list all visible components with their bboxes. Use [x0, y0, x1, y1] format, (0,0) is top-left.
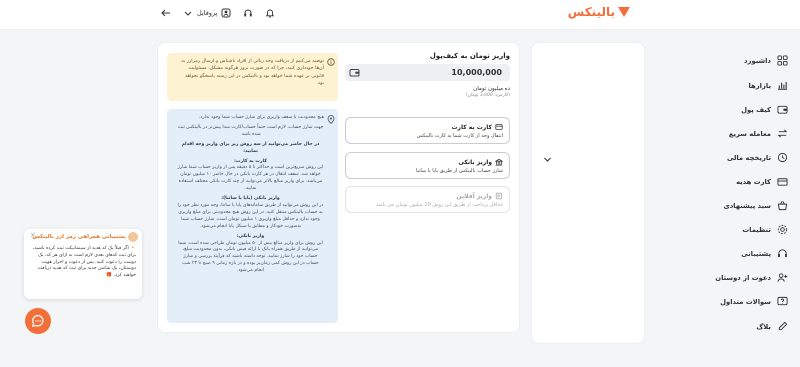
support-icon [778, 249, 787, 258]
warning-text: توصیه می‌کنیم از دریافت وجه ریالی از افر… [181, 59, 324, 86]
guide-text: هیچ محدودیت یا سقف واریزی برای شارژ حساب… [177, 115, 324, 275]
sidebar-item-gift-card[interactable]: کارت هدیه [736, 176, 788, 187]
amount-value: 10,000,000 [451, 68, 502, 77]
sidebar-item-suggested-basket[interactable]: سبد پیشنهادی [723, 200, 788, 211]
support-popup[interactable]: × پشتیبانی همراهی رمز ارز بالینکس 🔸 اگر … [24, 229, 142, 299]
sidebar-item-invite-friends[interactable]: دعوت از دوستان [715, 272, 788, 283]
sidebar-item-label: پشتیبانی [741, 249, 771, 258]
swap-icon [777, 129, 788, 138]
sidebar-item-label: دعوت از دوستان [715, 273, 771, 282]
option-title-text: کارت به کارت [451, 123, 492, 131]
history-icon [777, 152, 788, 163]
option-bank-transfer[interactable]: واریز بانکی شارژ حساب بالینکس از طریق پا… [345, 152, 510, 179]
offline-icon [495, 192, 503, 200]
sidebar-item-label: کیف پول [741, 105, 771, 114]
card-icon [495, 124, 503, 130]
sidebar [531, 42, 645, 344]
info-icon [327, 58, 335, 68]
sidebar-item-dashboard[interactable]: داشبورد [744, 55, 788, 66]
chevron-down-icon [182, 7, 194, 19]
guide-paragraph: این روش برای واریز مبالغ بیش از ۵۰ میلیو… [178, 240, 323, 274]
sidebar-item-quick-trade[interactable]: معامله سریع [729, 128, 788, 139]
sidebar-item-blog[interactable]: بلاگ [756, 321, 788, 332]
user-icon [220, 7, 232, 19]
brand-name: بالینکس [567, 5, 615, 19]
option-desc: انتقال وجه از کارت شما به کارت بالینکس [416, 133, 503, 139]
guide-heading: در حال حاضر می‌توانید از سه روش زیر برای… [181, 141, 320, 154]
invite-icon [777, 273, 788, 282]
sidebar-item-wallet[interactable]: کیف پول [741, 104, 788, 115]
guide-heading: واریز بانکی (پایا یا ساتنا): [221, 196, 280, 202]
sidebar-item-financial-history[interactable]: تاریخچه مالی [727, 152, 788, 163]
option-offline-deposit[interactable]: واریز آفلاین حداقل پرداخت از طریق این رو… [345, 186, 510, 213]
logo-mark-icon [618, 7, 630, 17]
sidebar-item-label: بازارها [748, 81, 771, 90]
option-title: کارت به کارت [451, 123, 503, 131]
wallet-icon [777, 105, 788, 114]
brand-logo[interactable]: بالینکس [568, 5, 630, 19]
bank-icon [495, 158, 503, 166]
sidebar-item-label: بلاگ [756, 322, 771, 331]
warning-notice: توصیه می‌کنیم از دریافت وجه ریالی از افر… [167, 53, 338, 101]
chat-bubble-icon [31, 314, 44, 328]
top-bar: بالینکس پروفایل [0, 0, 800, 30]
amount-input[interactable]: 10,000,000 [345, 64, 510, 81]
guide-heading: واریز بانکی: [236, 233, 265, 239]
sidebar-item-support[interactable]: پشتیبانی [741, 248, 788, 259]
option-desc: حداقل پرداخت از طریق این روش 10 میلیون ت… [376, 202, 503, 208]
markets-icon [777, 81, 788, 90]
sidebar-item-label: داشبورد [744, 56, 771, 65]
guide-paragraph: هیچ محدودیت یا سقف واریزی برای شارژ حساب… [198, 115, 324, 120]
deposit-title: واریز تومان به کیف‌پول [429, 52, 510, 60]
chevron-down-icon[interactable] [543, 155, 552, 166]
popup-body: 🔸 اگر قبلاً یک کد هدیه از سینمانیکت ثبت … [32, 246, 136, 279]
dashboard-icon [777, 55, 788, 66]
option-card-to-card[interactable]: کارت به کارت انتقال وجه از کارت شما به ک… [345, 117, 510, 144]
profile-menu-button[interactable]: پروفایل [182, 7, 232, 19]
deposit-guide: هیچ محدودیت یا سقف واریزی برای شارژ حساب… [167, 109, 338, 323]
sidebar-item-label: تنظیمات [742, 225, 771, 234]
sidebar-item-label: کارت هدیه [736, 177, 771, 186]
option-title: واریز بانکی [458, 158, 503, 166]
profile-label: پروفایل [197, 9, 218, 17]
option-title-text: واریز بانکی [458, 158, 492, 166]
headset-icon[interactable] [242, 7, 254, 19]
sidebar-item-faq[interactable]: سوالات متداول [720, 296, 788, 307]
option-title: واریز آفلاین [456, 192, 503, 200]
guide-paragraph: این روش سریع‌ترین است و حداکثر تا ۵ دقیق… [177, 165, 324, 192]
fee-note: (کارمزد: 3,000 تومان) [465, 93, 510, 98]
wallet-icon [349, 67, 360, 80]
sidebar-item-settings[interactable]: تنظیمات [742, 224, 788, 235]
sidebar-item-label: سوالات متداول [720, 297, 771, 306]
header-tools: پروفایل [160, 7, 276, 19]
gift-icon [777, 178, 788, 186]
sidebar-item-label: معامله سریع [728, 129, 771, 138]
chat-button[interactable] [25, 308, 51, 334]
blog-icon [778, 321, 788, 331]
popup-title: پشتیبانی همراهی رمز ارز بالینکس [32, 234, 126, 240]
faq-icon [777, 296, 788, 306]
avatar [128, 232, 138, 242]
option-desc: شارژ حساب بالینکس از طریق پایا یا ساتنا [415, 168, 503, 174]
amount-in-words: ده میلیون تومان [473, 86, 510, 92]
arrow-left-icon[interactable] [160, 7, 172, 19]
bell-icon[interactable] [264, 7, 276, 19]
sidebar-item-markets[interactable]: بازارها [748, 80, 788, 91]
basket-icon [777, 201, 788, 211]
settings-icon [777, 224, 788, 235]
guide-paragraph: جهت شارژ حساب، لازم است حتماً حساب/کارت … [177, 124, 324, 137]
option-title-text: واریز آفلاین [456, 192, 492, 200]
sidebar-item-label: سبد پیشنهادی [723, 201, 771, 210]
sidebar-item-label: تاریخچه مالی [726, 153, 771, 162]
guide-paragraph: در این روش می‌توانید از طریق سامانه‌های … [177, 202, 324, 229]
location-pin-icon [327, 115, 335, 126]
